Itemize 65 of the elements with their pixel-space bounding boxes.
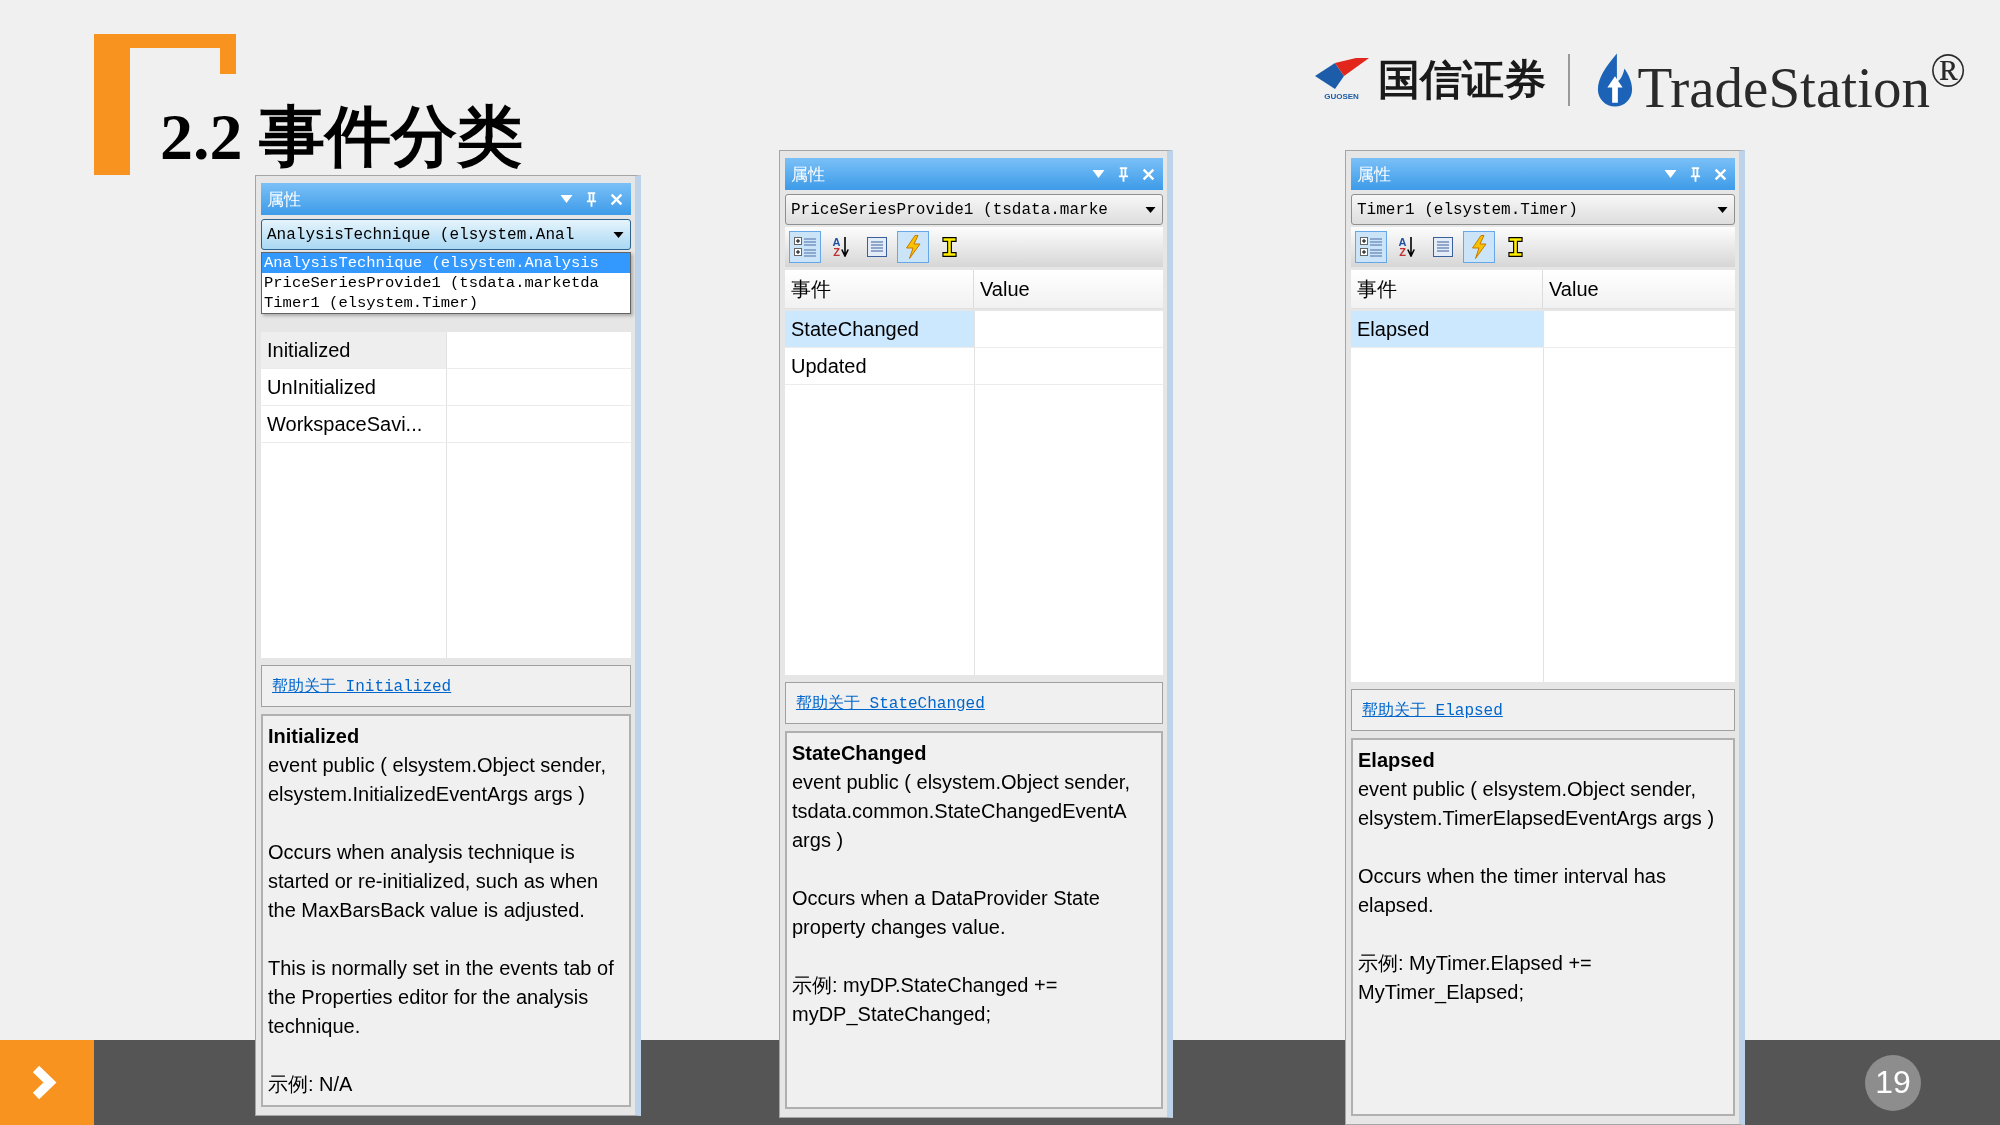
down-arrow-icon bbox=[841, 237, 850, 257]
wing-logo-icon bbox=[1314, 58, 1369, 90]
close-icon[interactable] bbox=[610, 192, 623, 206]
caret-icon bbox=[1717, 206, 1728, 213]
window-title: 属性 bbox=[267, 188, 301, 211]
i-beam-icon bbox=[941, 236, 957, 258]
drop-arrow-logo-icon bbox=[1595, 52, 1634, 107]
company-name: TradeStation$^{®}$ bbox=[1637, 44, 1966, 119]
signature-text: event public ( elsystem.Object sender, elsystem.InitializedEventArgs args ) bbox=[268, 753, 607, 807]
window-menu-icon[interactable] bbox=[1664, 170, 1677, 178]
list-page-icon bbox=[867, 237, 887, 257]
event-name[interactable]: Elapsed bbox=[1351, 311, 1543, 347]
slide-title: 2.2 事件分类 bbox=[160, 102, 523, 175]
description-text: Occurs when analysis technique is started or re-initialized, such as when the MaxBarsBack value is adjusted. bbox=[268, 840, 600, 923]
help-link[interactable]: 帮助关于 StateChanged bbox=[796, 692, 985, 714]
column-header: Value bbox=[979, 276, 1031, 302]
i-beam-icon bbox=[1507, 236, 1523, 258]
pin-icon[interactable] bbox=[1118, 166, 1129, 182]
chevron-icon bbox=[0, 1040, 94, 1125]
column-header: 事件 bbox=[1351, 270, 1543, 308]
caret-icon bbox=[613, 231, 624, 238]
signature-text: event public ( elsystem.Object sender, elsystem.TimerElapsedEventArgs args ) bbox=[1358, 777, 1716, 831]
window-menu-icon[interactable] bbox=[1092, 170, 1105, 178]
list-page-icon bbox=[1433, 237, 1453, 257]
company-name: 国信证券 bbox=[1377, 55, 1546, 105]
event-name[interactable]: StateChanged bbox=[785, 311, 974, 347]
window-title: 属性 bbox=[1357, 163, 1391, 186]
description-text: Occurs when the timer interval has elapsed. bbox=[1358, 864, 1667, 918]
pin-icon[interactable] bbox=[1690, 166, 1701, 182]
down-arrow-icon bbox=[1407, 237, 1416, 257]
categorized-view-button[interactable] bbox=[789, 231, 821, 263]
help-link[interactable]: 帮助关于 Initialized bbox=[272, 675, 452, 697]
description-title: Elapsed bbox=[1358, 748, 1436, 773]
object-dropdown[interactable]: AnalysisTechnique (elsystem.Anal bbox=[261, 219, 631, 250]
help-link[interactable]: 帮助关于 Elapsed bbox=[1362, 699, 1503, 721]
categorized-icon bbox=[794, 236, 816, 258]
logo-caption: GUOSEN bbox=[1324, 92, 1359, 101]
description-text: Occurs when a DataProvider State property changes value. bbox=[792, 886, 1101, 940]
close-icon[interactable] bbox=[1714, 167, 1727, 181]
sort-button[interactable]: A Z bbox=[1391, 231, 1423, 263]
example-text: 示例: MyTimer.Elapsed += MyTimer_Elapsed; bbox=[1358, 951, 1593, 1006]
lightning-icon bbox=[905, 235, 921, 259]
example-text: 示例: myDP.StateChanged += myDP_StateChanged; bbox=[792, 973, 1059, 1028]
categorized-icon bbox=[1360, 236, 1382, 258]
event-name[interactable]: Updated bbox=[785, 348, 974, 384]
column-header: Value bbox=[1548, 276, 1600, 302]
description-title: Initialized bbox=[268, 724, 361, 749]
example-text: 示例: N/A bbox=[268, 1072, 354, 1097]
description-title: StateChanged bbox=[792, 741, 928, 766]
dropdown-option[interactable]: Timer1 (elsystem.Timer) bbox=[262, 293, 630, 313]
object-dropdown[interactable]: Timer1 (elsystem.Timer) bbox=[1351, 194, 1735, 225]
object-dropdown[interactable]: PriceSeriesProvide1 (tsdata.marke bbox=[785, 194, 1163, 225]
page-number: 19 bbox=[1865, 1054, 1921, 1111]
caret-icon bbox=[1145, 206, 1156, 213]
pin-icon[interactable] bbox=[586, 191, 597, 207]
lightning-icon bbox=[1471, 235, 1487, 259]
window-menu-icon[interactable] bbox=[560, 195, 573, 203]
window-title: 属性 bbox=[791, 163, 825, 186]
signature-text: event public ( elsystem.Object sender, tsdata.common.StateChangedEventA args ) bbox=[792, 770, 1131, 853]
column-header: 事件 bbox=[785, 270, 974, 308]
description-text: This is normally set in the events tab of the Properties editor for the analysis technique. bbox=[268, 956, 615, 1039]
categorized-view-button[interactable] bbox=[1355, 231, 1387, 263]
dropdown-option[interactable]: PriceSeriesProvide1 (tsdata.marketda bbox=[262, 273, 630, 293]
sort-button[interactable]: A Z bbox=[825, 231, 857, 263]
close-icon[interactable] bbox=[1142, 167, 1155, 181]
